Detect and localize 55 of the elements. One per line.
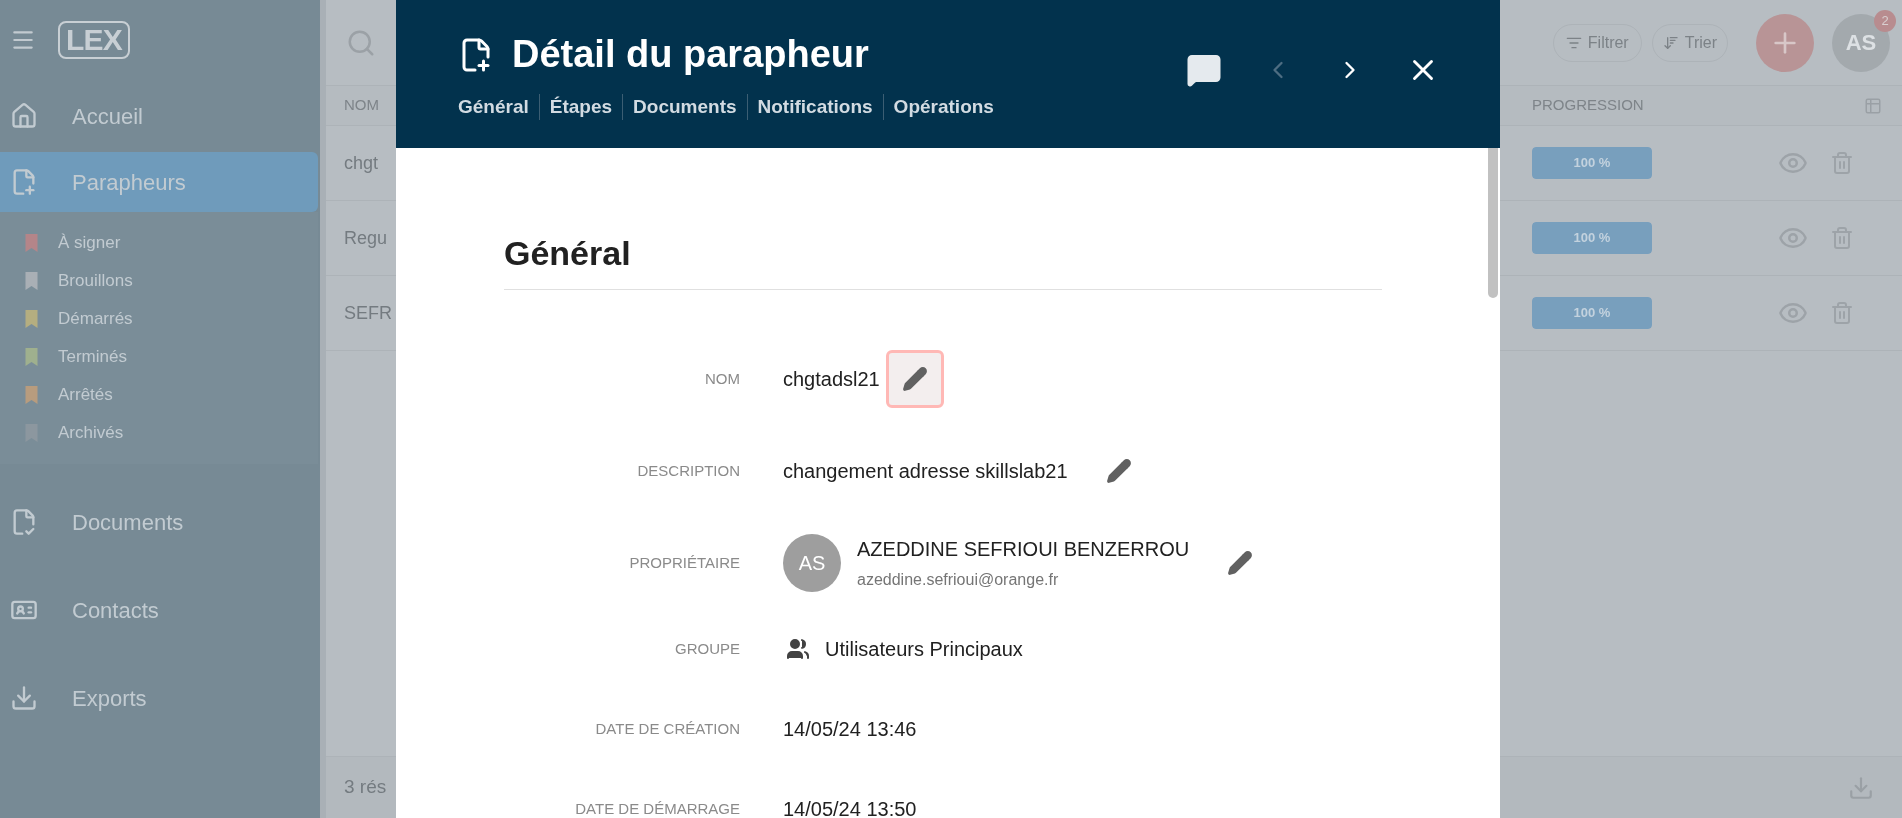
pencil-icon — [901, 366, 928, 392]
delete-icon[interactable] — [1830, 150, 1854, 176]
submenu-item[interactable]: Arrêtés — [0, 376, 318, 414]
field-label: DATE DE CRÉATION — [594, 718, 740, 739]
field-value: 14/05/24 13:46 — [783, 717, 917, 742]
field-label: NOM — [704, 368, 740, 389]
submenu-item[interactable]: Démarrés — [0, 300, 318, 338]
notification-badge: 2 — [1874, 9, 1896, 32]
field-label: DESCRIPTION — [636, 460, 740, 481]
logo: LEX — [58, 21, 131, 59]
owner-name: AZEDDINE SEFRIOUI BENZERROU — [857, 537, 1190, 562]
scrollbar-thumb[interactable] — [1488, 148, 1498, 298]
nav-item[interactable]: Exports — [0, 668, 318, 728]
field-value: Utilisateurs Principaux — [825, 637, 1023, 662]
table-cell: Regu — [344, 227, 388, 248]
submenu-item[interactable]: Brouillons — [0, 262, 318, 300]
table-cell: SEFR — [344, 302, 392, 323]
progress-reading: 100 % — [1572, 154, 1612, 173]
field-label: DATE DE DÉMARRAGE — [574, 798, 740, 818]
field-value: changement adresse skillslab21 — [783, 459, 1068, 484]
delete-icon[interactable] — [1830, 225, 1854, 251]
owner-email: azeddine.sefrioui@orange.fr — [857, 570, 1060, 590]
progress-reading: 100 % — [1572, 304, 1612, 323]
submenu-item[interactable]: À signer — [0, 224, 318, 262]
section-title: Général — [504, 228, 1382, 290]
comment-icon[interactable] — [1186, 52, 1222, 88]
pencil-icon — [1105, 458, 1132, 484]
table-columns-icon[interactable] — [1864, 96, 1882, 115]
delete-icon[interactable] — [1830, 300, 1854, 326]
nav-item[interactable]: Parapheurs — [0, 152, 318, 212]
field-value: chgtadsl21 — [783, 367, 880, 392]
progress-reading: 100 % — [1572, 229, 1612, 248]
dialog-tab[interactable]: Général — [458, 93, 529, 122]
download-icon[interactable] — [1848, 774, 1874, 801]
submenu-item[interactable]: Terminés — [0, 338, 318, 376]
dialog-tab[interactable]: Notifications — [757, 93, 873, 122]
dialog-tab[interactable]: Documents — [633, 93, 737, 122]
download-icon — [10, 684, 38, 712]
nav-item[interactable]: Contacts — [0, 580, 318, 640]
owner-avatar: AS — [783, 534, 841, 592]
submenu-item[interactable]: Archivés — [0, 414, 318, 452]
edit-button[interactable] — [885, 350, 944, 408]
results-count: 3 rés — [344, 775, 387, 800]
nav-item[interactable]: Accueil — [0, 86, 318, 146]
table-cell: chgt — [344, 152, 379, 173]
field-label: GROUPE — [674, 638, 740, 659]
nav-item[interactable]: Documents — [0, 492, 318, 552]
dialog-title: Détail du parapheur — [512, 32, 869, 77]
pencil-icon — [1227, 550, 1254, 576]
home-icon — [10, 102, 38, 130]
dialog-tab[interactable]: Étapes — [549, 93, 613, 122]
dialog-tab[interactable]: Opérations — [893, 93, 994, 122]
field-value: 14/05/24 13:50 — [783, 797, 917, 818]
sort-icon — [1662, 34, 1679, 51]
field-label: PROPRIÉTAIRE — [628, 552, 740, 573]
